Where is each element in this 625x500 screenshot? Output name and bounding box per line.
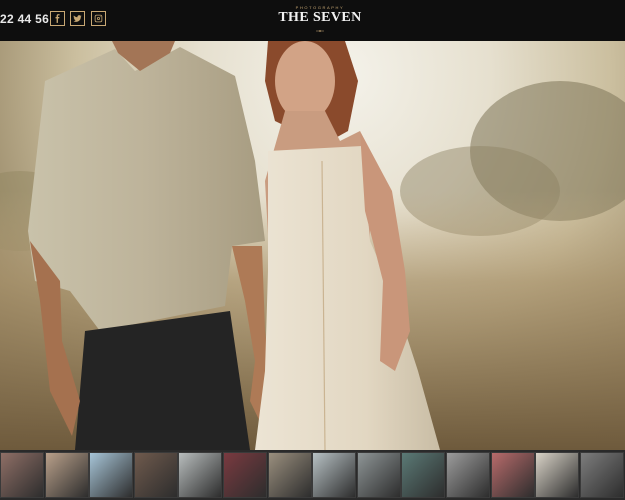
gallery-thumbnail[interactable] — [44, 452, 89, 498]
gallery-thumbnail[interactable] — [133, 452, 178, 498]
gallery-thumbnail[interactable] — [579, 452, 624, 498]
gallery-thumbnail[interactable] — [89, 452, 134, 498]
header-bar: 22 44 56 PHOTOGRAPHY THE SEVEN — [0, 0, 625, 41]
logo-ornament-icon — [316, 30, 324, 32]
logo-name: THE SEVEN — [278, 10, 362, 25]
hero-illustration — [0, 41, 625, 450]
gallery-thumbnail[interactable] — [267, 452, 312, 498]
hero-photo — [0, 41, 625, 450]
twitter-glyph — [73, 15, 82, 22]
gallery-thumbnail[interactable] — [178, 452, 223, 498]
phone-number[interactable]: 22 44 56 — [0, 12, 49, 26]
facebook-glyph — [55, 14, 60, 23]
gallery-thumbnail[interactable] — [223, 452, 267, 498]
gallery-thumbnail[interactable] — [490, 452, 535, 498]
thumbnail-strip — [0, 450, 625, 500]
instagram-glyph — [94, 14, 103, 23]
twitter-icon[interactable] — [70, 11, 85, 26]
gallery-thumbnail[interactable] — [312, 452, 357, 498]
gallery-thumbnail[interactable] — [535, 452, 580, 498]
gallery-thumbnail[interactable] — [401, 452, 446, 498]
facebook-icon[interactable] — [50, 11, 65, 26]
gallery-thumbnail[interactable] — [0, 452, 44, 498]
gallery-thumbnail[interactable] — [446, 452, 490, 498]
site-logo[interactable]: PHOTOGRAPHY THE SEVEN — [275, 5, 365, 32]
gallery-thumbnail[interactable] — [356, 452, 401, 498]
instagram-icon[interactable] — [91, 11, 106, 26]
